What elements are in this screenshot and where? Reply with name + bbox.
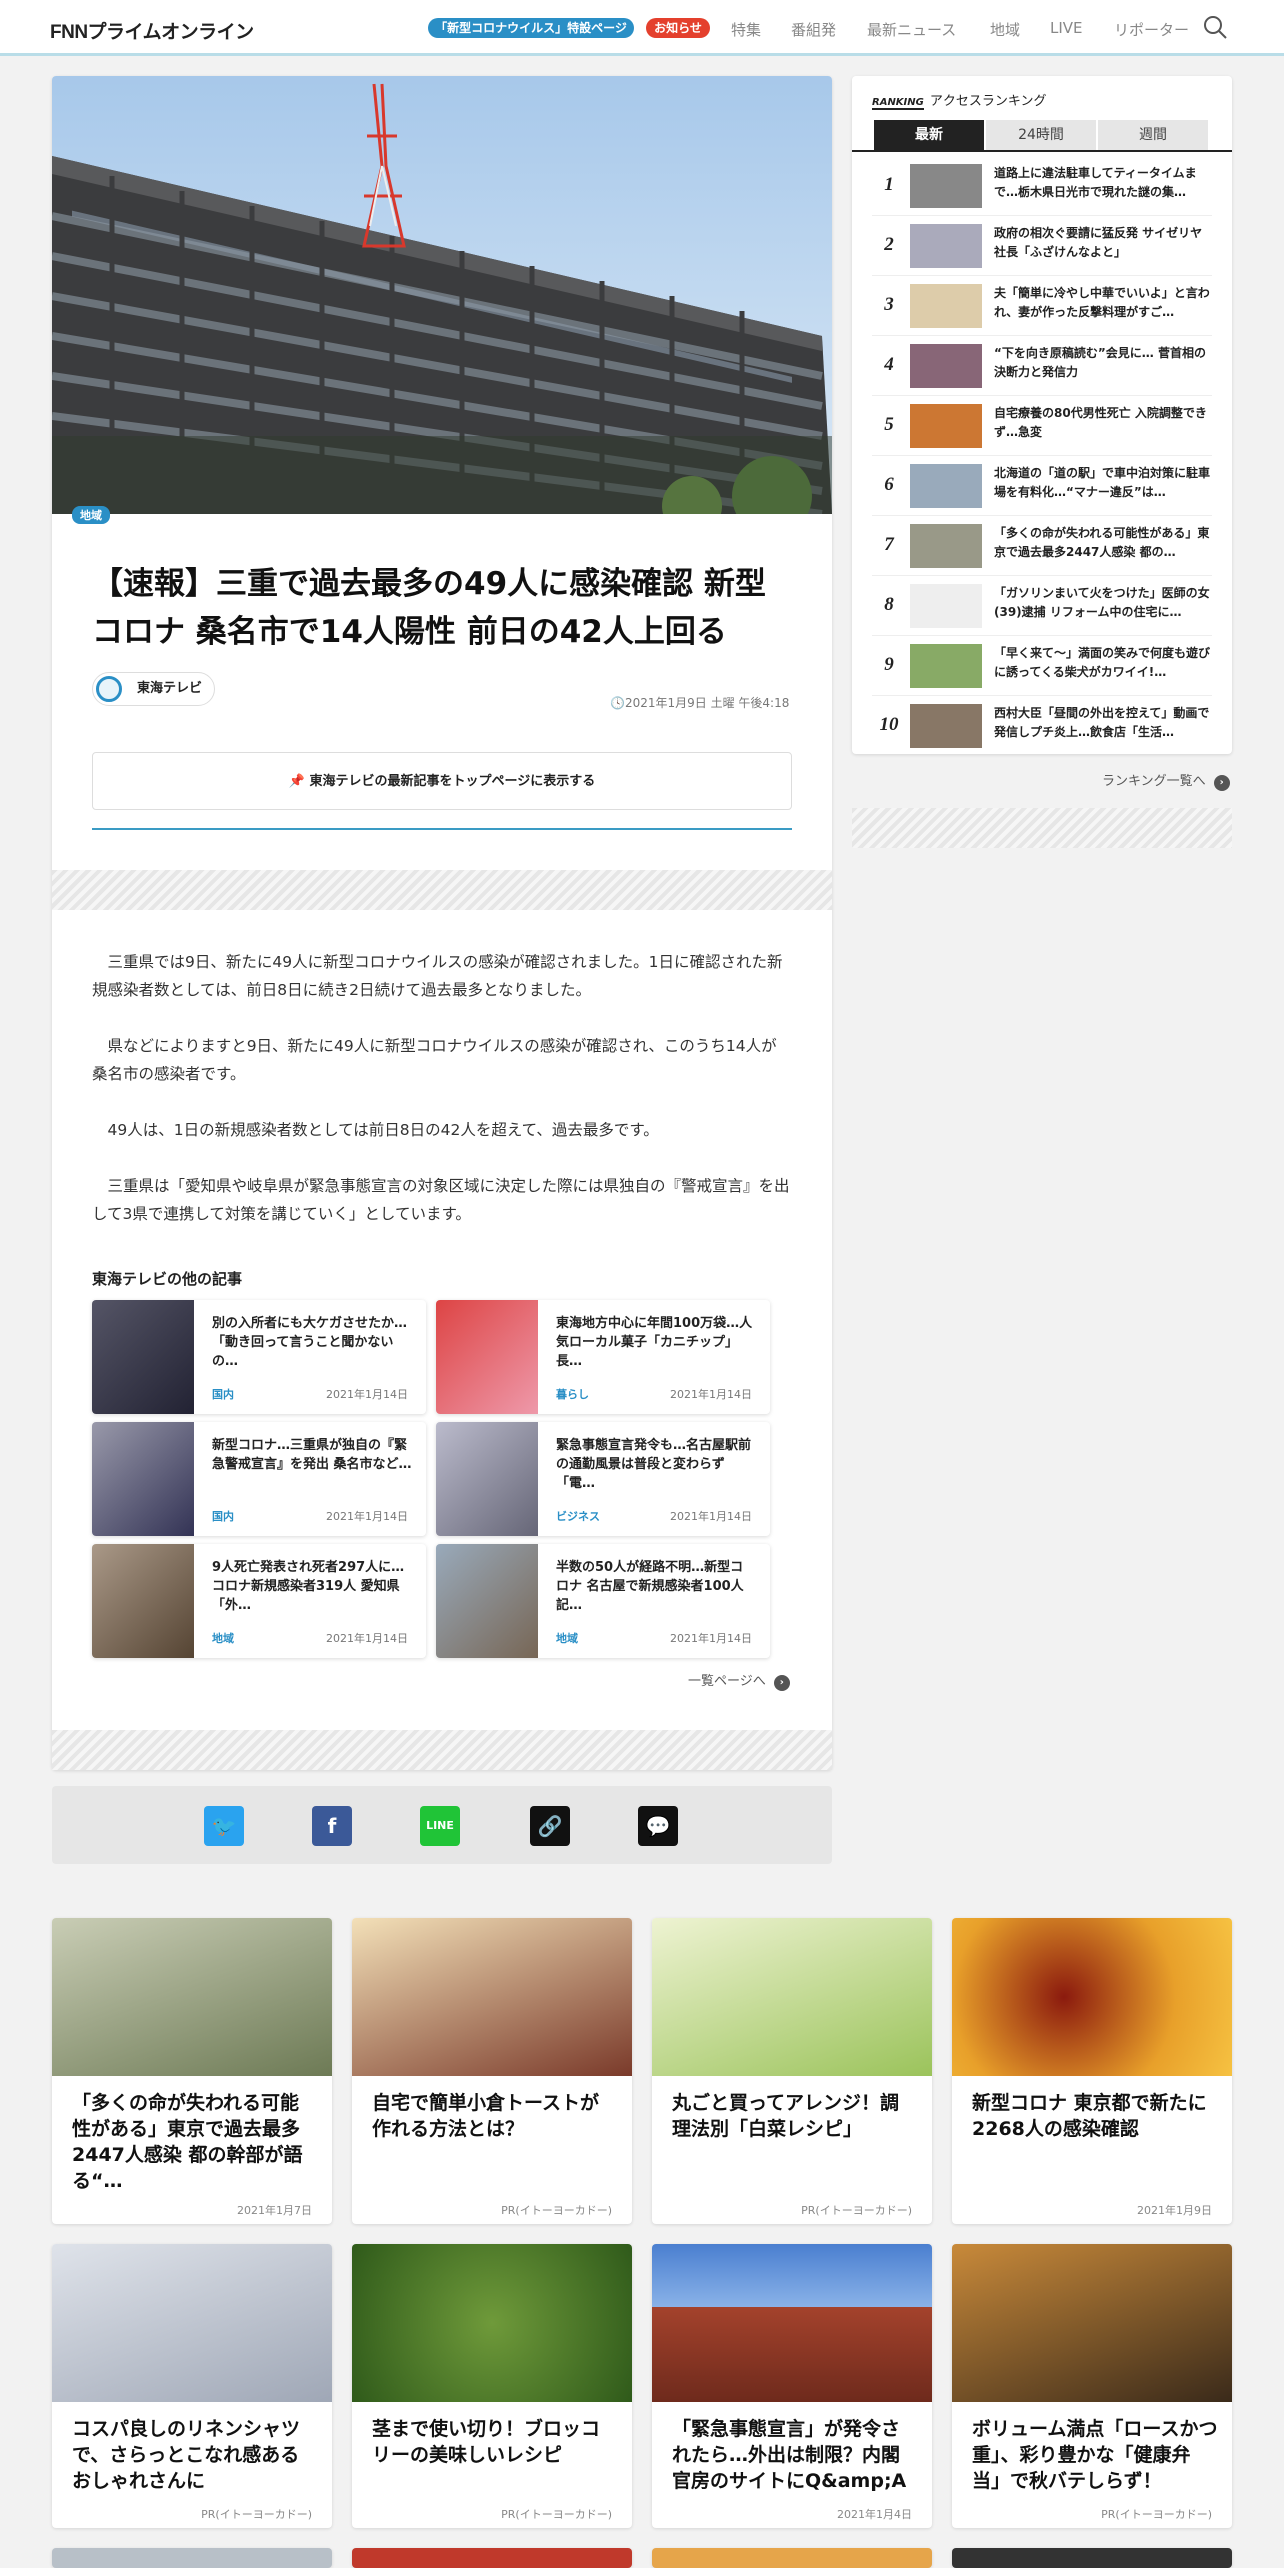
related-article-card[interactable]: 新型コロナ…三重県が独自の『緊急警戒宣言』を発出 桑名市など… 国内 2021年… — [92, 1422, 426, 1536]
tab-weekly[interactable]: 週間 — [1098, 120, 1208, 150]
grid-article-card[interactable]: コスパ良しのリネンシャツで、さらっとこなれ感あるおしゃれさんに PR(イトーヨー… — [52, 2244, 332, 2528]
ranking-item[interactable]: 8 「ガソリンまいて火をつけた」医師の女(39)逮捕 リフォーム中の住宅に… — [872, 576, 1212, 636]
grid-article-card[interactable]: 新型コロナ 東京都で新たに2268人の感染確認 2021年1月9日 — [952, 1918, 1232, 2224]
grid-thumbnail — [352, 2244, 632, 2402]
divider — [92, 828, 792, 830]
ranking-item[interactable]: 9 「早く来て～」満面の笑みで何度も遊びに誘ってくる柴犬がカワイイ!… — [872, 636, 1212, 696]
article-paragraph: 三重県では9日、新たに49人に新型コロナウイルスの感染が確認されました。1日に確… — [92, 953, 783, 999]
nav-reporter[interactable]: リポーター — [1114, 19, 1189, 40]
grid-thumbnail — [352, 1918, 632, 2076]
grid-thumbnail — [52, 1918, 332, 2076]
search-icon[interactable] — [1202, 14, 1228, 40]
copy-link-icon[interactable]: 🔗 — [530, 1806, 570, 1846]
grid-thumbnail — [652, 2244, 932, 2402]
ranking-heading: RANKING アクセスランキング — [872, 94, 1047, 110]
ad-placeholder — [852, 808, 1232, 848]
clock-icon: 🕓 — [610, 696, 625, 710]
ranking-item[interactable]: 4 “下を向き原稿読む”会見に… 菅首相の決断力と発信力 — [872, 336, 1212, 396]
notice-pill[interactable]: お知らせ — [646, 18, 710, 38]
twitter-icon[interactable]: 🐦 — [204, 1806, 244, 1846]
grid-thumbnail — [952, 2244, 1232, 2402]
grid-article-card[interactable] — [652, 2548, 932, 2568]
related-thumbnail — [436, 1300, 538, 1414]
related-article-card[interactable]: 緊急事態宣言発令も…名古屋駅前の通勤風景は普段と変わらず「電… ビジネス 202… — [436, 1422, 770, 1536]
grid-article-card[interactable]: 「多くの命が失われる可能性がある」東京で過去最多2447人感染 都の幹部が語る“… — [52, 1918, 332, 2224]
tab-24h[interactable]: 24時間 — [986, 120, 1096, 150]
related-thumbnail — [92, 1422, 194, 1536]
ranking-item[interactable]: 3 夫「簡単に冷やし中華でいいよ」と言われ、妻が作った反撃料理がすご… — [872, 276, 1212, 336]
covid-special-pill[interactable]: 「新型コロナウイルス」特設ページ — [428, 18, 634, 38]
source-badge[interactable]: 東海テレビ — [92, 672, 216, 706]
ranking-item[interactable]: 10 西村大臣「昼間の外出を控えて」動画で発信しプチ炎上…飲食店「生活… — [872, 696, 1212, 756]
article-paragraph: 49人は、1日の新規感染者数としては前日8日の42人を超えて、過去最多です。 — [107, 1121, 659, 1139]
ranking-item[interactable]: 6 北海道の「道の駅」で車中泊対策に駐車場を有料化…“マナー違反”は… — [872, 456, 1212, 516]
related-thumbnail — [436, 1544, 538, 1658]
grid-article-card[interactable]: 「緊急事態宣言」が発令されたら…外出は制限？内閣官房のサイトにQ&amp;A 2… — [652, 2244, 932, 2528]
ad-placeholder — [52, 870, 832, 910]
article-title: 【速報】三重で過去最多の49人に感染確認 新型コロナ 桑名市で14人陽性 前日の… — [92, 566, 766, 650]
grid-article-card[interactable]: 丸ごと買ってアレンジ！調理法別「白菜レシピ」 PR(イトーヨーカドー) — [652, 1918, 932, 2224]
grid-article-card[interactable]: 茎まで使い切り！ブロッコリーの美味しいレシピ PR(イトーヨーカドー) — [352, 2244, 632, 2528]
facebook-icon[interactable]: f — [312, 1806, 352, 1846]
grid-article-card[interactable] — [352, 2548, 632, 2568]
article-paragraph: 県などによりますと9日、新たに49人に新型コロナウイルスの感染が確認され、このう… — [92, 1037, 777, 1083]
tab-latest[interactable]: 最新 — [874, 120, 984, 150]
ranking-panel: RANKING アクセスランキング 最新 24時間 週間 1 道路上に違法駐車してテ… — [852, 76, 1232, 754]
grid-thumbnail — [952, 1918, 1232, 2076]
grid-thumbnail — [652, 1918, 932, 2076]
grid-article-card[interactable] — [52, 2548, 332, 2568]
related-article-card[interactable]: 別の入所者にも大ケガさせたか…「動き回って言うこと聞かないの… 国内 2021年… — [92, 1300, 426, 1414]
article-category-tag[interactable]: 地域 — [72, 504, 110, 524]
nav-latest[interactable]: 最新ニュース — [867, 19, 956, 40]
site-logo[interactable]: FNNプライムオンライン — [50, 17, 254, 44]
share-bar: 🐦 f LINE 🔗 💬 — [52, 1786, 832, 1864]
tab-underline — [852, 150, 1232, 152]
ranking-item[interactable]: 2 政府の相次ぐ要請に猛反発 サイゼリヤ社長「ふざけんなよと」 — [872, 216, 1212, 276]
chevron-right-icon: › — [773, 1675, 790, 1691]
nav-live[interactable]: LIVE — [1050, 19, 1083, 37]
ranking-item[interactable]: 7 「多くの命が失われる可能性がある」東京で過去最多2447人感染 都の… — [872, 516, 1212, 576]
ad-placeholder — [52, 1730, 832, 1770]
article-hero-image — [52, 76, 832, 514]
ranking-more-link[interactable]: ランキング一覧へ › — [1102, 770, 1230, 791]
nav-feature[interactable]: 特集 — [731, 19, 761, 40]
related-article-card[interactable]: 半数の50人が経路不明…新型コロナ 名古屋で新規感染者100人 記… 地域 20… — [436, 1544, 770, 1658]
article-paragraph: 三重県は「愛知県や岐阜県が緊急事態宣言の対象区域に決定した際には県独自の『警戒宣… — [92, 1177, 790, 1223]
comment-icon[interactable]: 💬 — [638, 1806, 678, 1846]
pin-source-button[interactable]: 📌 東海テレビの最新記事をトップページに表示する — [92, 752, 792, 810]
ranking-item[interactable]: 5 自宅療養の80代男性死亡 入院調整できず…急変 — [872, 396, 1212, 456]
related-article-card[interactable]: 9人死亡発表され死者297人に…コロナ新規感染者319人 愛知県「外… 地域 2… — [92, 1544, 426, 1658]
line-icon[interactable]: LINE — [420, 1806, 460, 1846]
related-thumbnail — [92, 1300, 194, 1414]
grid-article-card[interactable] — [952, 2548, 1232, 2568]
grid-article-card[interactable]: 自宅で簡単小倉トーストが作れる方法とは？ PR(イトーヨーカドー) — [352, 1918, 632, 2224]
ranking-item[interactable]: 1 道路上に違法駐車してティータイムまで…栃木県日光市で現れた謎の集… — [872, 156, 1212, 216]
related-article-card[interactable]: 東海地方中心に年間100万袋…人気ローカル菓子「カニチップ」 長… 暮らし 20… — [436, 1300, 770, 1414]
related-thumbnail — [92, 1544, 194, 1658]
tokai-tv-logo-icon — [96, 676, 122, 702]
article-date: 🕓2021年1月9日 土曜 午後4:18 — [610, 696, 790, 710]
nav-programs[interactable]: 番組発 — [791, 19, 836, 40]
site-header: FNNプライムオンライン 「新型コロナウイルス」特設ページ お知らせ 特集 番組… — [0, 0, 1284, 56]
related-thumbnail — [436, 1422, 538, 1536]
chevron-right-icon: › — [1213, 775, 1230, 791]
grid-thumbnail — [52, 2244, 332, 2402]
nav-region[interactable]: 地域 — [990, 19, 1020, 40]
pin-icon: 📌 — [288, 774, 310, 789]
grid-article-card[interactable]: ボリューム満点「ロースかつ重」、彩り豊かな「健康弁当」で秋バテしらず！ PR(イ… — [952, 2244, 1232, 2528]
related-more-link[interactable]: 一覧ページへ › — [688, 1670, 790, 1691]
related-heading: 東海テレビの他の記事 — [92, 1270, 243, 1288]
